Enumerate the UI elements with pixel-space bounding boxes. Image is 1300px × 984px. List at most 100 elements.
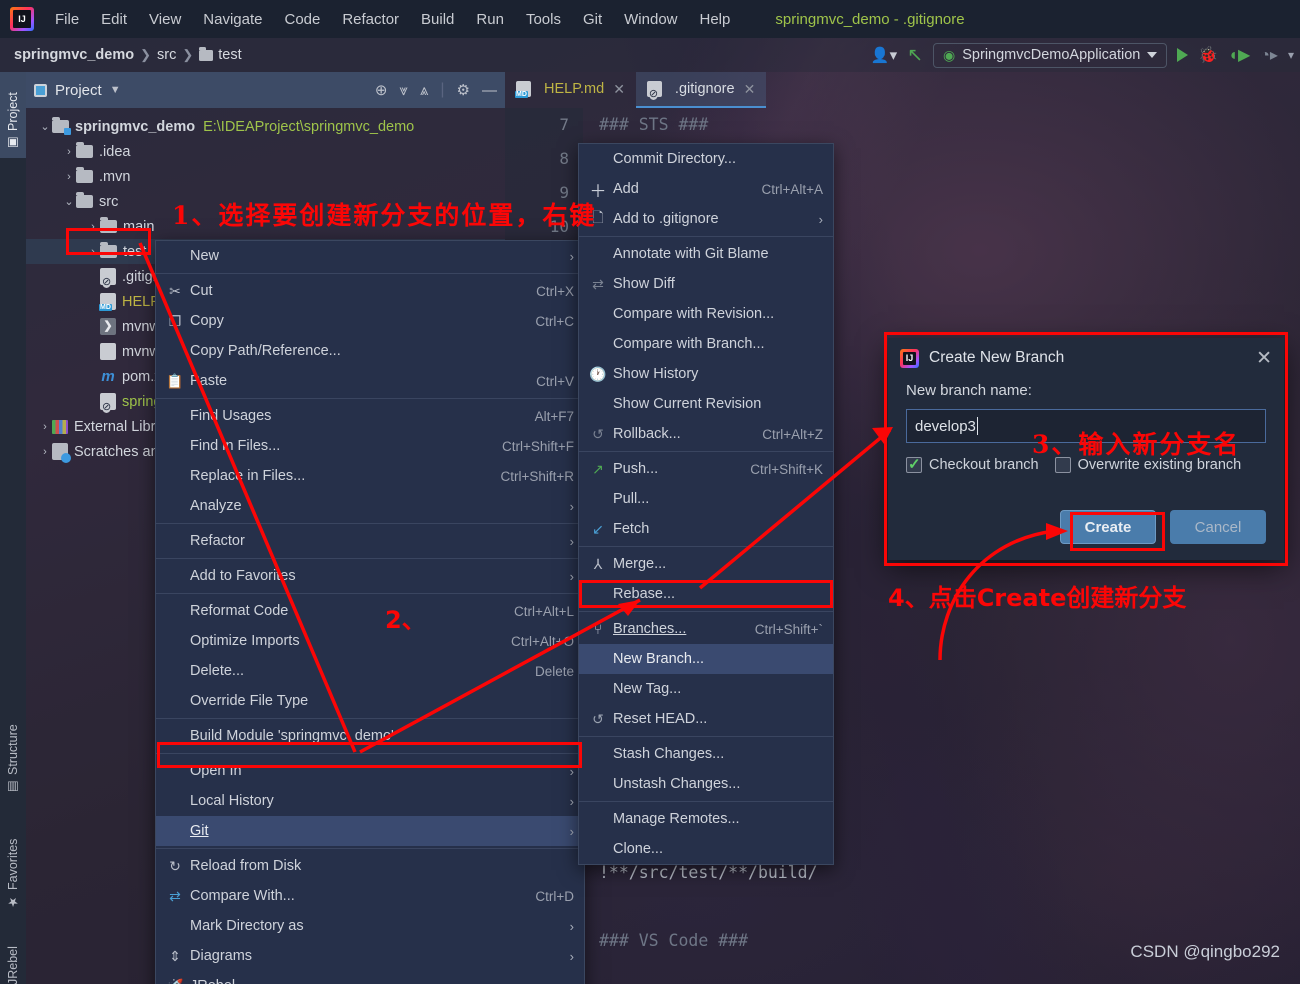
breadcrumb-src[interactable]: src: [157, 47, 176, 63]
git-submenu[interactable]: Commit Directory... ＋ Add Ctrl+Alt+A 🗋 Add …: [578, 143, 834, 865]
chevron-right-icon[interactable]: ›: [62, 146, 76, 158]
context-menu-item-delete[interactable]: Delete... Delete: [156, 656, 584, 686]
context-menu-item-new[interactable]: New ›: [156, 241, 584, 271]
context-menu-item-compare-with[interactable]: ⇄ Compare With... Ctrl+D: [156, 881, 584, 911]
chevron-down-icon[interactable]: ⌄: [38, 120, 52, 133]
git-menu-item-commit-directory[interactable]: Commit Directory...: [579, 144, 833, 174]
checkout-branch-checkbox[interactable]: Checkout branch: [906, 455, 1039, 473]
more-chevron-icon[interactable]: ▾: [1288, 48, 1294, 62]
tab-gitignore[interactable]: .gitignore ✕: [635, 72, 767, 108]
git-menu-item-clone[interactable]: Clone...: [579, 834, 833, 864]
tab-help-md[interactable]: HELP.md ✕: [505, 72, 636, 108]
context-menu-item-refactor[interactable]: Refactor ›: [156, 526, 584, 556]
menu-refactor[interactable]: Refactor: [331, 7, 410, 32]
file-context-menu[interactable]: New › ✂ Cut Ctrl+X ❐ Copy Ctrl+C Copy Path/Re…: [155, 240, 585, 984]
tree-item-springmvc-demo[interactable]: ⌄ springmvc_demo E:\IDEAProject\springmv…: [26, 114, 505, 139]
menu-navigate[interactable]: Navigate: [192, 7, 273, 32]
close-icon[interactable]: ✕: [1256, 349, 1272, 368]
tree-item-idea[interactable]: › .idea: [26, 139, 505, 164]
debug-icon[interactable]: 🐞: [1198, 45, 1218, 65]
context-menu-item-mark-directory-as[interactable]: Mark Directory as ›: [156, 911, 584, 941]
expand-all-icon[interactable]: ⩔: [399, 82, 407, 99]
git-menu-item-unstash-changes[interactable]: Unstash Changes...: [579, 769, 833, 799]
menu-run[interactable]: Run: [465, 7, 515, 32]
updates-icon[interactable]: ↖: [907, 44, 923, 67]
chevron-down-icon[interactable]: ⌄: [62, 195, 76, 208]
git-menu-item-merge[interactable]: ⅄ Merge...: [579, 549, 833, 579]
git-menu-item-push[interactable]: ↗ Push... Ctrl+Shift+K: [579, 454, 833, 484]
tree-item-main[interactable]: › main: [26, 214, 505, 239]
context-menu-item-diagrams[interactable]: ⇕ Diagrams ›: [156, 941, 584, 971]
sidebar-item-jrebel[interactable]: 🚀 JRebel: [0, 927, 26, 984]
menu-tools[interactable]: Tools: [515, 7, 572, 32]
chevron-right-icon[interactable]: ›: [38, 421, 52, 433]
context-menu-item-local-history[interactable]: Local History ›: [156, 786, 584, 816]
menu-file[interactable]: File: [44, 7, 90, 32]
git-menu-item-show-diff[interactable]: ⇄ Show Diff: [579, 269, 833, 299]
context-menu-item-build-module[interactable]: Build Module 'springmvc_demo': [156, 721, 584, 751]
menu-view[interactable]: View: [138, 7, 192, 32]
git-menu-item-new-branch[interactable]: New Branch...: [579, 644, 833, 674]
menu-code[interactable]: Code: [273, 7, 331, 32]
sidebar-item-structure[interactable]: ▥ Structure: [0, 702, 26, 802]
chevron-right-icon[interactable]: ›: [62, 171, 76, 183]
context-menu-item-cut[interactable]: ✂ Cut Ctrl+X: [156, 276, 584, 306]
context-menu-item-reload-from-disk[interactable]: ↻ Reload from Disk: [156, 851, 584, 881]
sidebar-item-favorites[interactable]: ★ Favorites: [0, 812, 26, 917]
chevron-right-icon[interactable]: ›: [86, 246, 100, 258]
menu-help[interactable]: Help: [689, 7, 742, 32]
git-menu-item-fetch[interactable]: ↙ Fetch: [579, 514, 833, 544]
profiler-icon[interactable]: ◔▸: [1260, 45, 1278, 65]
context-menu-item-analyze[interactable]: Analyze ›: [156, 491, 584, 521]
gear-icon[interactable]: ⚙: [457, 81, 470, 99]
tree-item-mvn[interactable]: › .mvn: [26, 164, 505, 189]
run-configuration-selector[interactable]: ◉ SpringmvcDemoApplication: [933, 42, 1168, 68]
git-menu-item-rollback[interactable]: ↺ Rollback... Ctrl+Alt+Z: [579, 419, 833, 449]
create-button[interactable]: Create: [1060, 510, 1156, 544]
tree-item-src[interactable]: ⌄ src: [26, 189, 505, 214]
close-icon[interactable]: ✕: [613, 81, 625, 98]
context-menu-item-find-usages[interactable]: Find Usages Alt+F7: [156, 401, 584, 431]
breadcrumb-test[interactable]: test: [199, 46, 242, 63]
git-menu-item-stash-changes[interactable]: Stash Changes...: [579, 739, 833, 769]
git-menu-item-show-current-revision[interactable]: Show Current Revision: [579, 389, 833, 419]
git-menu-item-reset-head[interactable]: ↺ Reset HEAD...: [579, 704, 833, 734]
context-menu-item-jrebel[interactable]: 🚀JRebel›: [156, 971, 584, 984]
context-menu-item-add-to-favorites[interactable]: Add to Favorites ›: [156, 561, 584, 591]
collapse-all-icon[interactable]: ⩓: [420, 82, 428, 99]
breadcrumb-project[interactable]: springmvc_demo: [14, 47, 134, 63]
chevron-right-icon[interactable]: ›: [86, 221, 100, 233]
sidebar-item-project[interactable]: ▣ Project: [0, 72, 26, 158]
git-menu-item-branches[interactable]: ⑂ Branches... Ctrl+Shift+`: [579, 614, 833, 644]
git-menu-item-add[interactable]: ＋ Add Ctrl+Alt+A: [579, 174, 833, 204]
cancel-button[interactable]: Cancel: [1170, 510, 1266, 544]
git-menu-item-rebase[interactable]: Rebase...: [579, 579, 833, 609]
git-menu-item-pull[interactable]: Pull...: [579, 484, 833, 514]
menu-edit[interactable]: Edit: [90, 7, 138, 32]
git-menu-item-compare-with-branch[interactable]: Compare with Branch...: [579, 329, 833, 359]
context-menu-item-reformat-code[interactable]: Reformat Code Ctrl+Alt+L: [156, 596, 584, 626]
run-with-coverage-icon[interactable]: ◖▶: [1228, 45, 1250, 65]
context-menu-item-override-file-type[interactable]: Override File Type: [156, 686, 584, 716]
overwrite-existing-branch-checkbox[interactable]: Overwrite existing branch: [1054, 457, 1241, 473]
git-menu-item-show-history[interactable]: 🕐 Show History: [579, 359, 833, 389]
branch-name-input[interactable]: develop3: [906, 409, 1266, 443]
git-menu-item-annotate-with-git-blame[interactable]: Annotate with Git Blame: [579, 239, 833, 269]
context-menu-item-open-in[interactable]: Open In ›: [156, 756, 584, 786]
chevron-right-icon[interactable]: ›: [38, 446, 52, 458]
run-icon[interactable]: [1177, 48, 1189, 62]
locate-icon[interactable]: ⊕: [375, 81, 388, 99]
context-menu-item-optimize-imports[interactable]: Optimize Imports Ctrl+Alt+O: [156, 626, 584, 656]
git-menu-item-manage-remotes[interactable]: Manage Remotes...: [579, 804, 833, 834]
close-icon[interactable]: ✕: [744, 81, 756, 98]
menu-build[interactable]: Build: [410, 7, 465, 32]
menu-window[interactable]: Window: [613, 7, 688, 32]
hide-icon[interactable]: —: [482, 82, 497, 99]
context-menu-item-replace-in-files[interactable]: Replace in Files... Ctrl+Shift+R: [156, 461, 584, 491]
context-menu-item-copy[interactable]: ❐ Copy Ctrl+C: [156, 306, 584, 336]
context-menu-item-paste[interactable]: 📋 Paste Ctrl+V: [156, 366, 584, 396]
menu-git[interactable]: Git: [572, 7, 613, 32]
chevron-down-icon[interactable]: ▼: [110, 84, 121, 96]
context-menu-item-git[interactable]: Git ›: [156, 816, 584, 846]
context-menu-item-copy-path[interactable]: Copy Path/Reference...: [156, 336, 584, 366]
